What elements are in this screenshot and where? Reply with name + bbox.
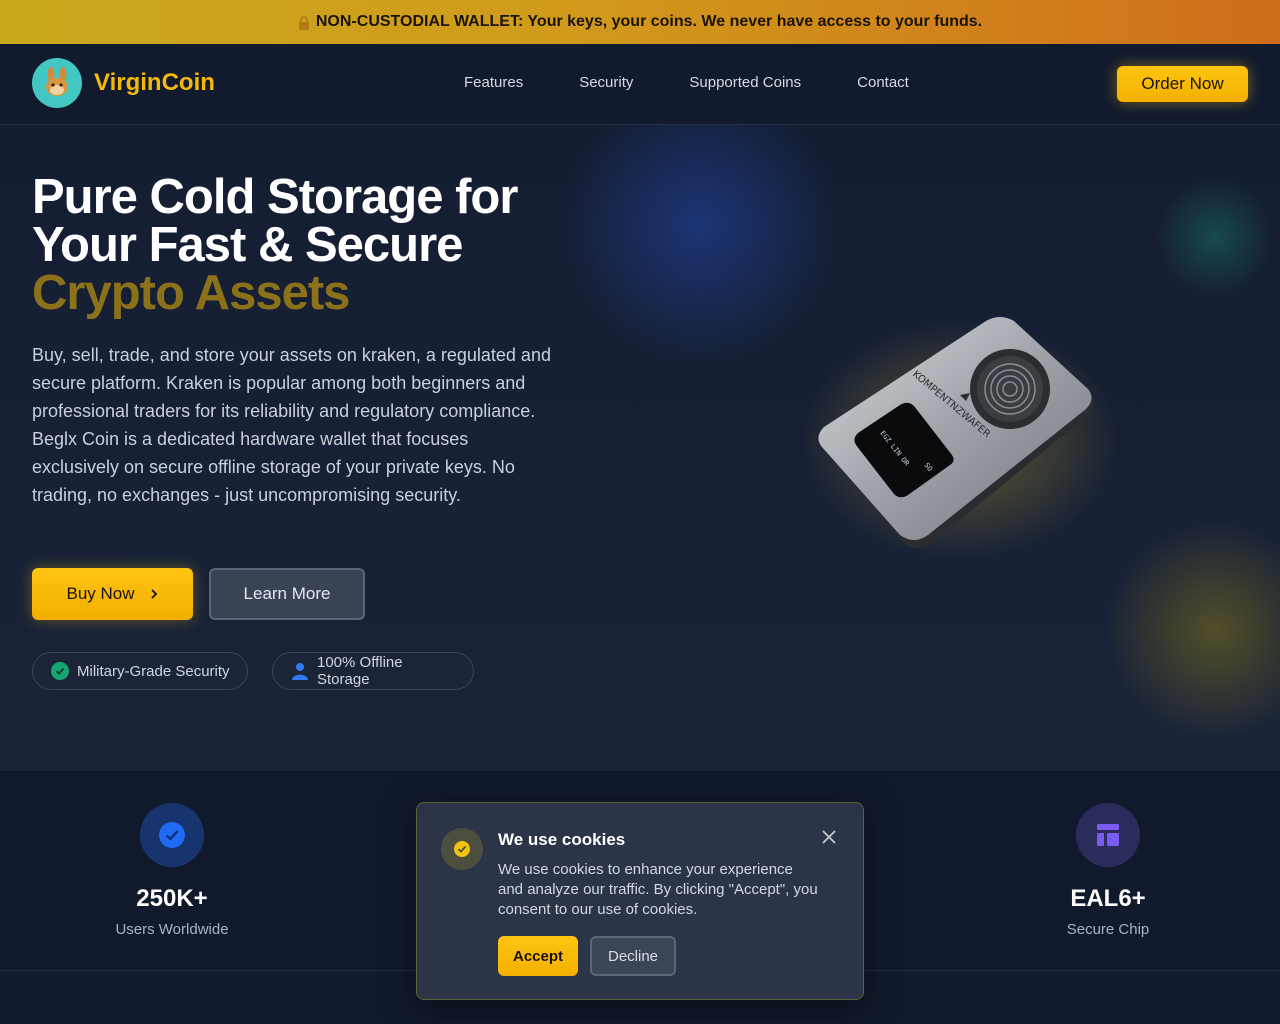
announcement-banner: NON-CUSTODIAL WALLET: Your keys, your co…	[0, 0, 1280, 44]
nav-features[interactable]: Features	[464, 74, 523, 91]
buy-now-button[interactable]: Buy Now	[32, 568, 193, 620]
stat-value: EAL6+	[1070, 885, 1146, 912]
banner-text: NON-CUSTODIAL WALLET: Your keys, your co…	[315, 13, 983, 30]
nav-supported-coins[interactable]: Supported Coins	[689, 74, 801, 91]
hero-title-highlight: Crypto Assets	[32, 266, 350, 320]
check-icon	[140, 803, 204, 867]
stat-secure-chip: EAL6+ Secure Chip	[1008, 803, 1208, 938]
badge-offline-storage: 100% Offline Storage	[272, 652, 474, 690]
cookie-check-icon	[441, 828, 483, 870]
close-icon[interactable]	[821, 829, 837, 845]
stat-value: 250K+	[136, 885, 208, 912]
badge-label: 100% Offline Storage	[317, 654, 403, 688]
hero-title: Pure Cold Storage for Your Fast & Secure…	[32, 170, 592, 320]
learn-more-button[interactable]: Learn More	[209, 568, 365, 620]
badge-label: Military-Grade Security	[77, 662, 230, 680]
decline-cookies-button[interactable]: Decline	[590, 936, 676, 976]
cookie-message: We use cookies to enhance your experienc…	[498, 861, 818, 918]
nav-security[interactable]: Security	[579, 74, 633, 91]
cookie-consent-dialog: We use cookies We use cookies to enhance…	[416, 802, 864, 1000]
lock-icon	[298, 16, 310, 30]
site-header: VirginCoin Features Security Supported C…	[0, 44, 1280, 125]
stat-label: Users Worldwide	[115, 921, 229, 938]
chevron-right-icon	[150, 589, 157, 599]
user-icon	[291, 662, 309, 680]
stat-users: 250K+ Users Worldwide	[72, 803, 272, 938]
hero-description: Buy, sell, trade, and store your assets …	[32, 345, 551, 505]
brand-logo[interactable]: VirginCoin	[32, 58, 215, 108]
hardware-wallet-image: EGZ LIN OR SO KOMPENTNZWAFER	[800, 317, 1120, 560]
hero-section: Pure Cold Storage for Your Fast & Secure…	[0, 125, 1280, 771]
accept-cookies-button[interactable]: Accept	[498, 936, 578, 976]
buy-now-label: Buy Now	[66, 584, 135, 603]
chip-icon	[1076, 803, 1140, 867]
cookie-title: We use cookies	[498, 830, 626, 849]
bunny-icon	[32, 58, 82, 108]
order-now-button[interactable]: Order Now	[1117, 66, 1248, 102]
check-shield-icon	[51, 662, 69, 680]
brand-name: VirginCoin	[94, 69, 215, 96]
hero-title-line1: Pure Cold Storage for	[32, 170, 518, 224]
hero-title-line2: Your Fast & Secure	[32, 218, 463, 272]
stat-label: Secure Chip	[1066, 921, 1150, 938]
main-nav: Features Security Supported Coins Contac…	[464, 74, 965, 91]
badge-military-grade: Military-Grade Security	[32, 652, 248, 690]
nav-contact[interactable]: Contact	[857, 74, 909, 91]
